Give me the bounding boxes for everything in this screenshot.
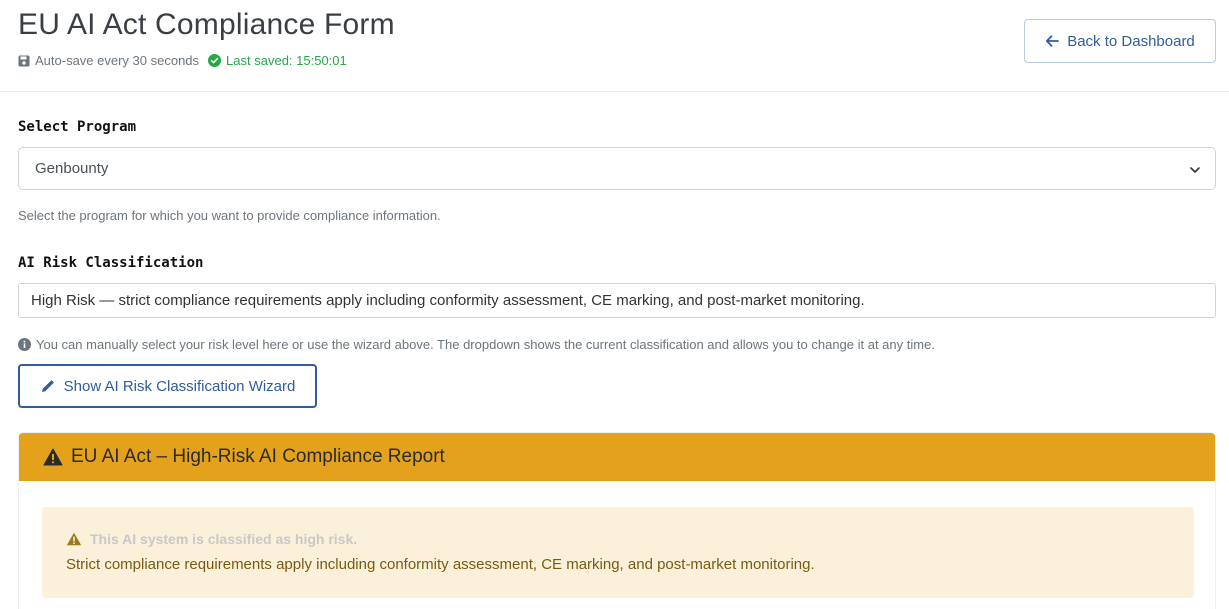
info-icon	[18, 338, 31, 351]
program-select-value: Genbounty	[35, 160, 109, 177]
select-program-label: Select Program	[18, 119, 137, 135]
save-icon	[18, 55, 30, 67]
risk-classification-label: AI Risk Classification	[18, 255, 204, 271]
page-title: EU AI Act Compliance Form	[18, 8, 395, 41]
risk-classification-value: High Risk — strict compliance requiremen…	[31, 292, 865, 309]
high-risk-alert: This AI system is classified as high ris…	[42, 507, 1194, 598]
back-to-dashboard-button[interactable]: Back to Dashboard	[1024, 19, 1216, 63]
check-circle-icon	[208, 54, 222, 67]
warning-icon	[66, 532, 82, 546]
last-saved-indicator: Last saved: 15:50:01	[208, 53, 347, 68]
pencil-icon	[40, 378, 56, 394]
risk-classification-select[interactable]: High Risk — strict compliance requiremen…	[18, 283, 1216, 318]
risk-help-text: You can manually select your risk level …	[18, 337, 935, 352]
show-risk-wizard-button[interactable]: Show AI Risk Classification Wizard	[18, 364, 317, 408]
risk-help-text-content: You can manually select your risk level …	[36, 337, 935, 352]
last-saved-text: Last saved: 15:50:01	[226, 53, 347, 68]
chevron-down-icon	[1189, 163, 1201, 175]
program-help-text: Select the program for which you want to…	[18, 208, 441, 223]
alert-body-text: Strict compliance requirements apply inc…	[66, 556, 815, 573]
compliance-report-title: EU AI Act – High-Risk AI Compliance Repo…	[71, 446, 445, 467]
page-header: EU AI Act Compliance Form Auto-save ever…	[0, 0, 1229, 92]
autosave-status: Auto-save every 30 seconds Last saved: 1…	[18, 53, 347, 68]
program-select[interactable]: Genbounty	[18, 147, 1216, 190]
compliance-report-header: EU AI Act – High-Risk AI Compliance Repo…	[19, 433, 1215, 481]
arrow-left-icon	[1045, 34, 1060, 48]
warning-icon	[43, 448, 63, 466]
autosave-text: Auto-save every 30 seconds	[35, 53, 200, 68]
back-to-dashboard-label: Back to Dashboard	[1067, 32, 1195, 50]
alert-title: This AI system is classified as high ris…	[66, 531, 357, 547]
compliance-report-card: EU AI Act – High-Risk AI Compliance Repo…	[18, 432, 1216, 609]
show-risk-wizard-label: Show AI Risk Classification Wizard	[63, 377, 296, 395]
alert-title-text: This AI system is classified as high ris…	[90, 531, 358, 547]
